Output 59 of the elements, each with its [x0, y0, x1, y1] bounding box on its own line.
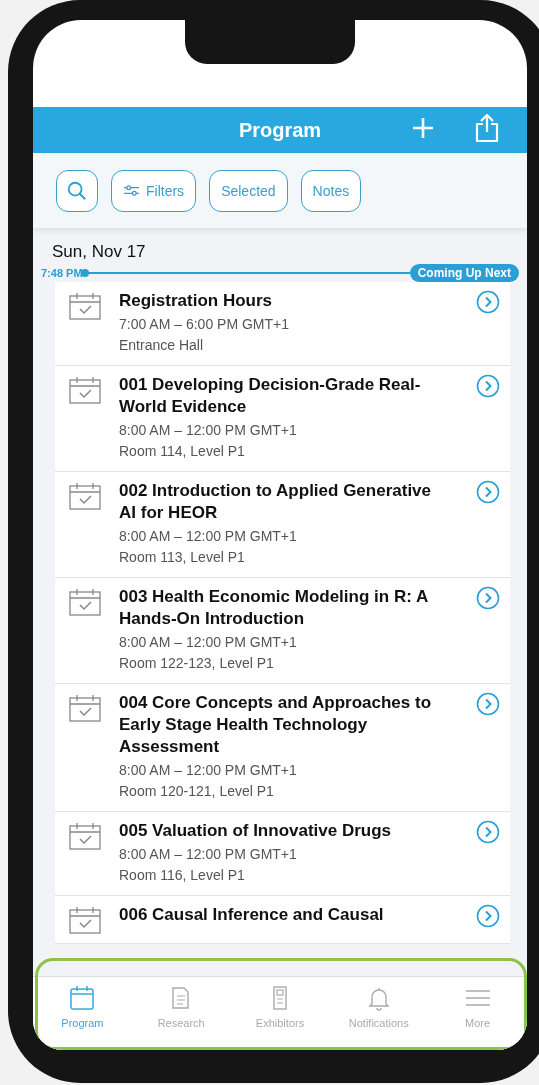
session-title: 006 Causal Inference and Causal: [119, 904, 385, 926]
session-row[interactable]: 006 Causal Inference and Causal: [55, 896, 510, 944]
session-title: 002 Introduction to Applied Generative AI for HEOR: [119, 480, 433, 524]
session-location: Room 114, Level P1: [119, 442, 246, 461]
session-time: 8:00 AM – 12:00 PM GMT+1: [119, 761, 298, 780]
session-title: 004 Core Concepts and Approaches to Early Stage Health Technology Assessment: [119, 692, 433, 758]
session-location: Room 116, Level P1: [119, 866, 246, 885]
session-time: 8:00 AM – 12:00 PM GMT+1: [119, 527, 298, 546]
chevron-circle-icon[interactable]: [476, 904, 500, 928]
calendar-check-icon[interactable]: [69, 376, 101, 404]
date-heading: Sun, Nov 17: [51, 241, 147, 262]
session-time: 7:00 AM – 6:00 PM GMT+1: [119, 315, 291, 334]
chevron-circle-icon[interactable]: [476, 290, 500, 314]
search-button[interactable]: [56, 169, 98, 212]
tab-bar-item[interactable]: Exhibitors: [235, 985, 325, 1050]
session-location: Entrance Hall: [119, 336, 205, 355]
tab-bar-item[interactable]: Notifications: [333, 985, 424, 1050]
calendar-check-icon[interactable]: [69, 482, 101, 510]
current-time: 7:48 PM: [41, 267, 83, 279]
session-time: 8:00 AM – 12:00 PM GMT+1: [119, 421, 298, 440]
session-time: 8:00 AM – 12:00 PM GMT+1: [119, 845, 298, 864]
session-title: 003 Health Economic Modeling in R: A Hands-On Introduction: [119, 586, 429, 630]
session-row[interactable]: 003 Health Economic Modeling in R: A Hands-On Introduction 8:00 AM – 12:00 PM GMT+1 Room 122-123, Level P1: [55, 578, 510, 684]
session-row[interactable]: 002 Introduction to Applied Generative AI for HEOR 8:00 AM – 12:00 PM GMT+1 Room 113, Level P1: [55, 472, 510, 578]
chevron-circle-icon[interactable]: [476, 820, 500, 844]
chevron-circle-icon[interactable]: [476, 374, 500, 398]
calendar-check-icon[interactable]: [69, 694, 101, 722]
calendar-check-icon[interactable]: [69, 292, 101, 320]
filter-chip[interactable]: Notes: [300, 169, 362, 212]
tab-bar-item[interactable]: Research: [136, 985, 227, 1050]
session-location: Room 122-123, Level P1: [119, 654, 275, 673]
session-time: 8:00 AM – 12:00 PM GMT+1: [119, 633, 298, 652]
bell-icon: [365, 985, 392, 1011]
chevron-circle-icon[interactable]: [476, 692, 500, 716]
chevron-circle-icon[interactable]: [476, 480, 500, 504]
sliders-icon: [123, 184, 140, 197]
chevron-circle-icon[interactable]: [476, 586, 500, 610]
calendar-check-icon[interactable]: [69, 588, 101, 616]
session-location: Room 113, Level P1: [119, 548, 246, 567]
calendar-check-icon[interactable]: [69, 906, 101, 934]
calendar-check-icon[interactable]: [69, 822, 101, 850]
session-row[interactable]: 005 Valuation of Innovative Drugs 8:00 AM – 12:00 PM GMT+1 Room 116, Level P1: [55, 812, 510, 896]
session-title: 005 Valuation of Innovative Drugs: [119, 820, 393, 842]
session-title: Registration Hours: [119, 290, 274, 312]
session-row[interactable]: 004 Core Concepts and Approaches to Early Stage Health Technology Assessment 8:00 AM – 12:00 PM GMT+1 Room 120-121, Level P1: [55, 684, 510, 812]
tab-bar-item[interactable]: More: [432, 985, 523, 1050]
filters-button[interactable]: Filters: [111, 169, 197, 212]
session-location: Room 120-121, Level P1: [119, 782, 275, 801]
screen-title: Program: [238, 118, 322, 142]
filter-chip[interactable]: Selected: [209, 169, 288, 212]
calendar-icon: [69, 985, 96, 1011]
share-icon[interactable]: [474, 113, 500, 143]
session-title: 001 Developing Decision-Grade Real-World Evidence: [119, 374, 422, 418]
coming-up-badge: Coming Up Next: [409, 264, 519, 282]
tab-bar-item[interactable]: Program: [37, 985, 128, 1050]
session-row[interactable]: 001 Developing Decision-Grade Real-World Evidence 8:00 AM – 12:00 PM GMT+1 Room 114, Level P1: [55, 366, 510, 472]
session-row[interactable]: Registration Hours 7:00 AM – 6:00 PM GMT+1 Entrance Hall: [55, 282, 510, 366]
search-icon: [66, 179, 88, 202]
plus-icon[interactable]: [411, 116, 435, 140]
